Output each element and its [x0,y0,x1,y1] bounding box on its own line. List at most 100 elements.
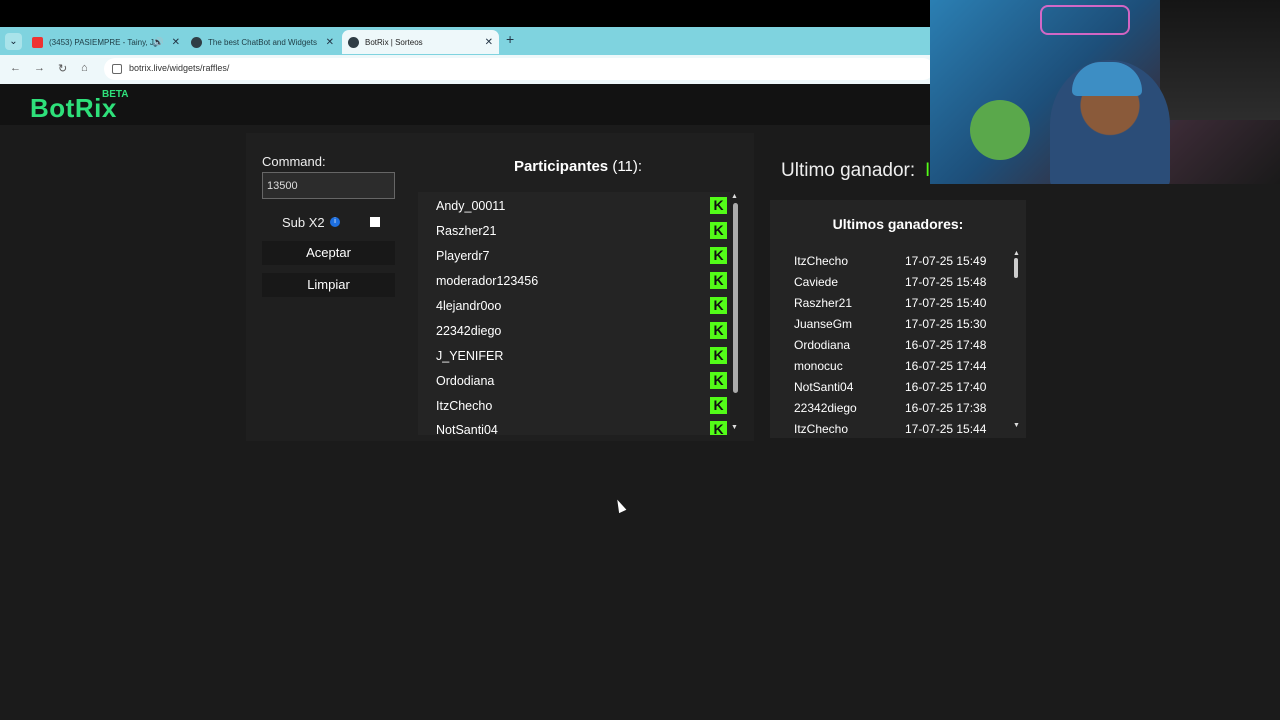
table-row: ItzChecho 17-07-25 15:49 [794,254,1012,275]
scroll-up-arrow[interactable]: ▲ [731,193,738,200]
webcam-shelf [1160,0,1280,120]
webcam-plush [970,100,1030,160]
participants-title: Participantes (11): [418,158,738,175]
kick-icon: K [710,322,727,339]
participant-name: moderador123456 [436,274,539,288]
scroll-down-arrow[interactable]: ▼ [731,424,738,431]
close-icon[interactable]: ✕ [485,37,493,48]
reload-icon[interactable]: ↻ [58,62,67,75]
winners-scroll-up-arrow[interactable]: ▲ [1013,250,1020,257]
winner-date: 17-07-25 15:40 [905,296,987,310]
kick-icon: K [710,421,727,435]
list-item[interactable]: ItzChecho K [436,397,728,424]
browser-nav-bar: ← → ↻ ⌂ botrix.live/widgets/raffles/ [0,55,934,84]
forward-icon[interactable]: → [34,62,45,74]
sub-x2-checkbox[interactable] [370,217,380,227]
winner-name: JuanseGm [794,317,853,331]
browser-tab-1[interactable]: (3453) PASIEMPRE - Tainy, J 🔊 ✕ [26,30,186,54]
sub-x2-label: Sub X2 [282,215,325,230]
participant-name: ItzChecho [436,399,493,413]
tab-title: The best ChatBot and Widgets [208,37,317,47]
winner-name: Raszher21 [794,296,853,310]
winner-date: 16-07-25 17:38 [905,401,987,415]
back-icon[interactable]: ← [10,62,21,74]
table-row: monocuc 16-07-25 17:44 [794,359,1012,380]
beta-badge: BETA [102,89,129,100]
participant-name: Ordodiana [436,374,495,388]
tab-title: (3453) PASIEMPRE - Tainy, J [49,37,154,47]
webcam-overlay [930,0,1280,184]
winner-name: 22342diego [794,401,857,415]
winner-date: 16-07-25 17:44 [905,359,987,373]
clear-button[interactable]: Limpiar [262,273,395,297]
list-item[interactable]: Playerdr7 K [436,247,728,274]
command-label: Command: [262,154,326,169]
list-item[interactable]: NotSanti04 K [436,421,728,435]
winners-scroll-down-arrow[interactable]: ▼ [1013,422,1020,429]
accept-button[interactable]: Aceptar [262,241,395,265]
table-row: Raszher21 17-07-25 15:40 [794,296,1012,317]
list-item[interactable]: 22342diego K [436,322,728,349]
participants-count: (11): [612,158,643,175]
info-icon[interactable]: i [330,217,340,227]
winner-date: 17-07-25 15:30 [905,317,987,331]
winner-name: Ordodiana [794,338,851,352]
botrix-icon [191,36,202,48]
winner-date: 16-07-25 17:40 [905,380,987,394]
table-row: ItzChecho 17-07-25 15:44 [794,422,1012,434]
list-item[interactable]: Raszher21 K [436,222,728,249]
mouse-cursor-icon [613,497,627,514]
list-item[interactable]: moderador123456 K [436,272,728,299]
participants-list[interactable]: Andy_00011 K Raszher21 K Playerdr7 K modera… [418,192,730,435]
participant-name: 4lejandr0oo [436,299,502,313]
winner-name: Caviede [794,275,839,289]
winner-name: monocuc [794,359,843,373]
table-row: Caviede 17-07-25 15:48 [794,275,1012,296]
list-item[interactable]: J_YENIFER K [436,347,728,374]
close-icon[interactable]: ✕ [172,37,180,48]
address-bar[interactable]: botrix.live/widgets/raffles/ [104,58,934,80]
table-row: NotSanti04 16-07-25 17:40 [794,380,1012,401]
kick-icon: K [710,347,727,364]
browser-tab-bar: ⌄ (3453) PASIEMPRE - Tainy, J 🔊 ✕ The be… [0,27,930,55]
winners-scrollbar[interactable] [1014,258,1018,278]
command-input[interactable] [262,172,395,199]
list-item[interactable]: Andy_00011 K [436,197,728,224]
participants-title-text: Participantes [513,158,609,175]
participants-scrollbar[interactable] [733,203,738,393]
participant-name: NotSanti04 [436,423,498,435]
participant-name: Andy_00011 [436,199,506,213]
table-row: Ordodiana 16-07-25 17:48 [794,338,1012,359]
kick-icon: K [710,297,727,314]
app-header: BotRix BETA [0,84,930,125]
list-item[interactable]: Ordodiana K [436,372,728,399]
participant-name: J_YENIFER [436,349,504,363]
close-icon[interactable]: ✕ [326,37,334,48]
tab-search-button[interactable]: ⌄ [5,33,22,50]
participant-name: Raszher21 [436,224,497,238]
kick-icon: K [710,197,727,214]
new-tab-button[interactable]: + [506,31,514,47]
table-row: JuanseGm 17-07-25 15:30 [794,317,1012,338]
winner-name: ItzChecho [794,422,849,434]
winner-name: ItzChecho [794,254,849,268]
winner-date: 17-07-25 15:48 [905,275,987,289]
participant-name: 22342diego [436,324,502,338]
botrix-icon [348,36,359,48]
webcam-neon-sign [1040,5,1130,35]
browser-tab-3-active[interactable]: BotRix | Sorteos ✕ [342,30,499,54]
list-item[interactable]: 4lejandr0oo K [436,297,728,324]
kick-icon: K [710,222,727,239]
home-icon[interactable]: ⌂ [81,62,88,74]
site-info-icon[interactable] [112,64,122,74]
winner-date: 17-07-25 15:49 [905,254,987,268]
kick-icon: K [710,397,727,414]
last-winners-title: Ultimos ganadores: [832,216,964,232]
audio-icon[interactable]: 🔊 [153,37,164,48]
browser-tab-2[interactable]: The best ChatBot and Widgets ✕ [185,30,340,54]
kick-icon: K [710,247,727,264]
last-winners-list[interactable]: ItzChecho 17-07-25 15:49 Caviede 17-07-25 … [790,252,1012,434]
last-winner-title: Ultimo ganador: [781,160,916,181]
youtube-icon [32,36,43,48]
winner-date: 16-07-25 17:48 [905,338,987,352]
